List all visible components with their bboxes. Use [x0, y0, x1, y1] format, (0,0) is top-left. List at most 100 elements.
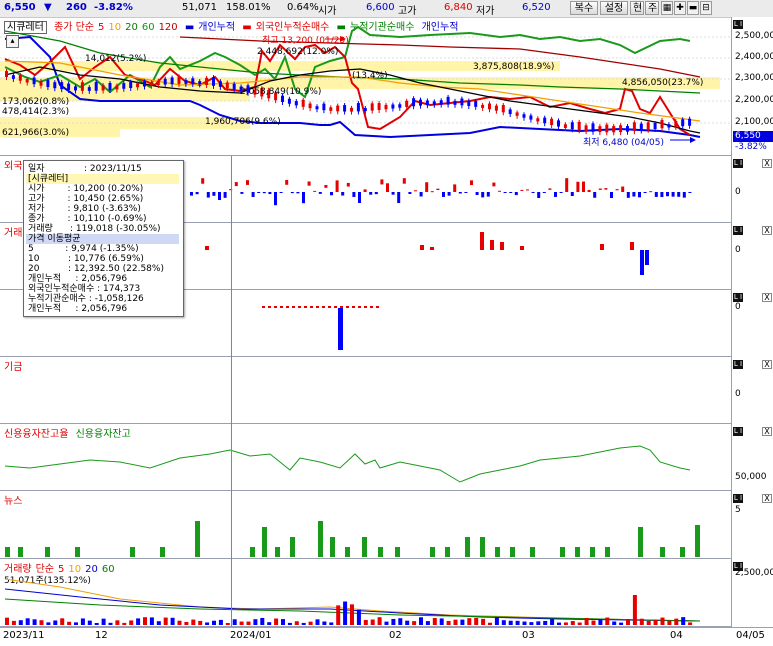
net-bar [420, 245, 424, 250]
panel8-tick: 2,500,00 [735, 568, 773, 578]
fund-panel[interactable]: 기금 [0, 357, 731, 424]
link-icon[interactable]: L I [733, 226, 743, 235]
volume-bar [253, 619, 258, 625]
candle-body [412, 98, 416, 107]
tooltip-individual-2: 개인누적 : 2,056,796 [28, 304, 128, 314]
net-bar [492, 182, 496, 187]
net-bar [234, 182, 238, 187]
net-bar [268, 192, 272, 195]
net-bar [262, 306, 265, 308]
volume-bar [232, 619, 237, 625]
volume-bar [529, 622, 534, 625]
news-panel[interactable]: 뉴스 [0, 491, 731, 559]
net-bar [201, 178, 205, 184]
panel5-title: 기금 [4, 362, 23, 373]
net-bar [363, 189, 367, 192]
annotation-4: 4,856,050(23.7%) [622, 78, 704, 88]
xlabel-3: 2024/01 [230, 630, 272, 641]
settings-button[interactable]: 설정 [600, 1, 628, 15]
panel5-yaxis: L I X 0 [731, 357, 773, 424]
volume-bar [108, 622, 113, 625]
net-bar [537, 192, 541, 198]
volume-bar [18, 620, 23, 625]
current-button[interactable]: 현 [630, 1, 644, 15]
close-icon[interactable]: X [762, 360, 772, 369]
net-bar [688, 192, 692, 193]
volume-bar [294, 621, 299, 625]
close-icon[interactable]: X [762, 494, 772, 503]
period-button[interactable]: 주 [645, 1, 659, 15]
candle-body [343, 105, 347, 112]
net-bar [486, 192, 490, 197]
remove-icon[interactable]: ▬ [687, 1, 699, 15]
volume-bar [384, 621, 389, 625]
net-bar [307, 181, 311, 186]
link-icon[interactable]: L I [733, 293, 743, 302]
net-bar [645, 250, 649, 265]
link-icon[interactable]: L I [733, 494, 743, 503]
net-bar [369, 192, 373, 195]
net-bar [677, 192, 681, 197]
close-icon[interactable]: X [762, 427, 772, 436]
link-icon[interactable]: L I [733, 159, 743, 168]
net-bar [548, 188, 552, 190]
net-bar [531, 192, 535, 193]
low-value: 6,520 [522, 2, 551, 13]
net-bar [630, 242, 634, 250]
volume-bar [584, 617, 589, 625]
candle-body [598, 126, 602, 133]
net-bar [464, 192, 468, 193]
high-label: 고가 [398, 6, 417, 17]
close-icon[interactable]: X [762, 293, 772, 302]
candle-body [632, 122, 636, 132]
candle-body [439, 100, 443, 105]
news-bar [378, 547, 383, 557]
close-icon[interactable]: X [762, 226, 772, 235]
news-bar [560, 547, 565, 557]
ytick-3: 2,300,000 [735, 73, 773, 83]
annotation-6: 1,960,706(9.6%) [205, 117, 281, 127]
candle-body [94, 82, 98, 91]
down-arrow-icon: ▼ [44, 2, 52, 13]
net-bar [458, 192, 462, 194]
multi-button[interactable]: 복수 [570, 1, 598, 15]
tooltip-name: [시큐레터] [28, 174, 69, 184]
candle-body [53, 82, 57, 89]
add-icon[interactable]: ✚ [674, 1, 686, 15]
window-icon[interactable]: ⊟ [700, 1, 712, 15]
close-icon[interactable]: X [762, 159, 772, 168]
volume-bar [53, 620, 58, 625]
volume-bar [129, 620, 134, 625]
collapse-icon[interactable]: ▴ [6, 35, 19, 48]
net-bar [526, 189, 529, 191]
tooltip-ma10: 10 : 10,776 (6.59%) [28, 254, 144, 264]
link-icon[interactable]: L I [733, 20, 743, 29]
link-icon[interactable]: L I [733, 427, 743, 436]
net-bar [218, 192, 221, 201]
price-panel[interactable]: 시큐레터 종가 단순 5 10 20 60 120 ▬ 개인누적 ▬ 외국인누적순매수 ▬ 누적… [0, 17, 731, 156]
settings-grid-icon[interactable]: ▦ [661, 1, 673, 15]
candle-body [170, 77, 174, 85]
candle-body [529, 115, 533, 120]
net-bar [643, 192, 647, 193]
volume-panel[interactable]: 거래량 단순 5 10 20 60 51,071주(135.12%) [0, 559, 731, 627]
xlabel-7: 04/05 [736, 630, 765, 641]
candle-body [619, 125, 623, 133]
news-bar [130, 547, 135, 557]
news-bar [680, 547, 685, 557]
net-bar [352, 192, 356, 197]
volume-bar [260, 617, 265, 625]
link-icon[interactable]: L I [733, 360, 743, 369]
volume-bar [626, 619, 630, 625]
news-bar [575, 547, 580, 557]
news-bar [330, 537, 335, 557]
candle-body [536, 118, 540, 122]
panel2-zero: 0 [735, 187, 741, 197]
credit-panel[interactable]: 신용융자잔고율 신용융자잔고 [0, 424, 731, 491]
net-bar [503, 192, 507, 193]
volume-bar [301, 622, 306, 625]
candle-body [391, 104, 395, 109]
net-bar [302, 192, 305, 204]
volume-bar [391, 618, 396, 625]
volume-bar [398, 618, 403, 625]
